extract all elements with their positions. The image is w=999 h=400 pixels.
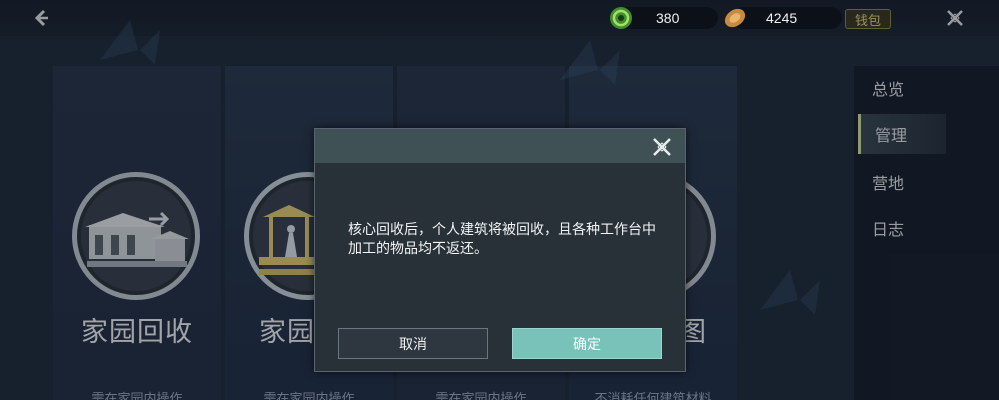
cancel-button[interactable]: 取消 (338, 328, 488, 359)
dialog-message: 核心回收后，个人建筑将被回收，且各种工作台中加工的物品均不返还。 (348, 222, 656, 257)
confirm-dialog: 核心回收后，个人建筑将被回收，且各种工作台中加工的物品均不返还。 取消 确定 (314, 128, 686, 372)
copper-coin-icon (724, 8, 746, 28)
jade-coin-icon (610, 7, 632, 29)
copper-amount: 4245 (766, 10, 798, 26)
dialog-close-button[interactable] (648, 134, 676, 160)
dialog-header (315, 129, 685, 163)
jade-amount: 380 (656, 10, 680, 26)
confirm-button[interactable]: 确定 (512, 328, 662, 359)
close-icon (653, 138, 671, 156)
